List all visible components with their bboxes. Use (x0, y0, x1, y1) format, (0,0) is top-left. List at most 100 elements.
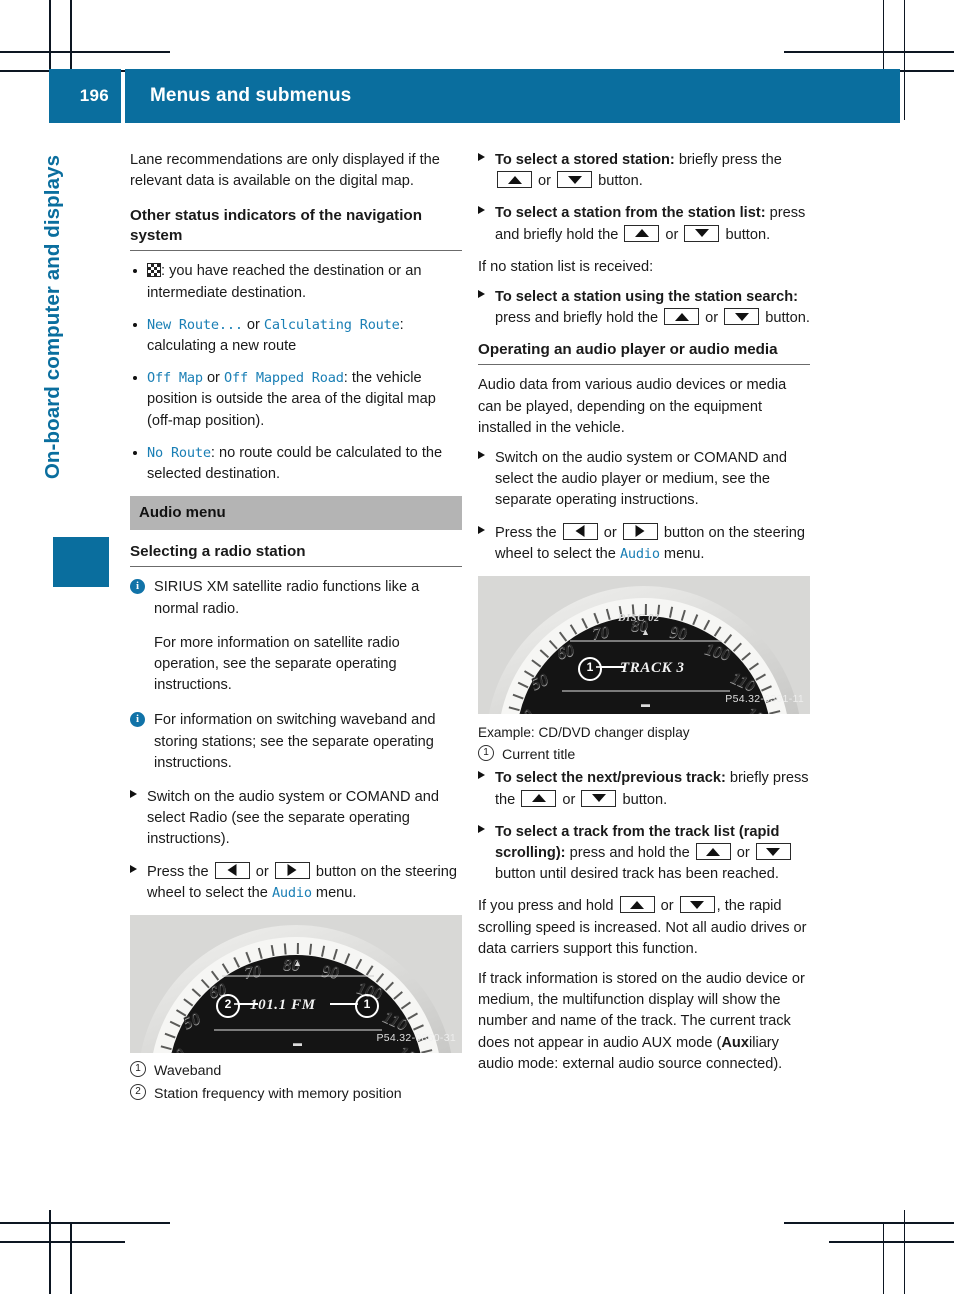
step-text: Switch on the audio system or COMAND and… (147, 789, 439, 848)
step-label: To select a station using the station se… (495, 289, 799, 306)
step-text: press and briefly hold the (495, 310, 663, 327)
down-arrow-button-glyph (724, 308, 760, 326)
body-paragraph: If you press and hold or , the rapid scr… (478, 896, 810, 960)
figure-caption: Example: CD/DVD changer display (478, 725, 690, 741)
instruction-step: Press the or button on the steering whee… (478, 522, 810, 565)
step-text: menu. (659, 545, 705, 562)
step-text: Press the (147, 863, 213, 880)
callout-caption-text: Current title (502, 747, 576, 764)
step-text: or (558, 791, 580, 808)
bullet-dot (133, 450, 137, 455)
dial-tick (233, 957, 240, 968)
paragraph-text: If you press and hold (478, 898, 618, 915)
display-frequency-text: 101.1 FM (250, 997, 316, 1014)
step-text: button. (594, 173, 643, 190)
list-item: No Route: no route could be calculated t… (130, 443, 462, 485)
dial-tick (581, 617, 588, 629)
step-arrow-icon (130, 864, 137, 873)
heading-rule (130, 566, 462, 568)
step-arrow-icon (130, 790, 137, 799)
conditional-text: If no station list is received: (478, 258, 654, 275)
display-down-marker: ▬ (641, 699, 650, 710)
figure-radio-cluster: 2030405060708090100110120130140 ▲ ▬ 101.… (130, 915, 462, 1054)
menu-text-new-route: New Route... (147, 316, 243, 333)
crop-mark (903, 0, 905, 120)
dial-tick (680, 609, 686, 621)
display-track-text: TRACK 3 (620, 660, 685, 677)
right-arrow-button-glyph (274, 861, 310, 879)
instruction-step: To select a track from the track list (r… (478, 822, 810, 886)
step-text: or (599, 524, 621, 541)
step-arrow-icon (478, 771, 485, 780)
crop-mark (903, 1210, 905, 1294)
down-arrow-button-glyph (684, 224, 720, 242)
joiner: or (242, 316, 264, 333)
dial-tick (320, 945, 326, 957)
step-arrow-icon (478, 451, 485, 460)
figure-photo-code: P54.32-9361-11 (725, 692, 804, 705)
dial-tick (164, 1032, 176, 1039)
step-text: briefly press the (674, 152, 782, 168)
heading-rule (130, 250, 462, 252)
document-page: 196 Menus and submenus On-board computer… (0, 0, 954, 1294)
dial-number: 90 (320, 960, 341, 982)
dial-tick (748, 662, 759, 671)
bullet-dot (133, 269, 137, 274)
dial-tick (605, 608, 611, 620)
info-note-text: For information on switching waveband an… (154, 712, 436, 771)
dial-tick (692, 614, 699, 626)
intro-paragraph: Lane recommendations are only displayed … (130, 152, 440, 190)
dial-tick (344, 953, 351, 965)
crop-mark (0, 1222, 170, 1224)
dial-tick (270, 945, 275, 957)
left-arrow-button-glyph (214, 861, 250, 879)
down-arrow-button-glyph (557, 171, 593, 189)
dial-tick (539, 649, 550, 659)
instruction-step: To select a station from the station lis… (478, 203, 810, 245)
up-arrow-button-glyph (521, 789, 557, 807)
dial-tick (531, 659, 542, 668)
dial-tick (400, 1001, 411, 1010)
joiner: or (202, 370, 224, 387)
crop-mark (784, 1222, 954, 1224)
callout-marker-1: 1 (355, 994, 379, 1019)
step-text: or (701, 310, 723, 327)
dial-number: 70 (242, 960, 263, 982)
menu-text-off-map: Off Map (147, 370, 203, 387)
instruction-step: To select a stored station: briefly pres… (478, 150, 810, 192)
crop-mark (0, 51, 170, 53)
menu-text-no-route: No Route (147, 444, 211, 461)
step-text: Switch on the audio system or COMAND and… (495, 450, 787, 509)
callout-marker-1: 1 (578, 657, 602, 682)
callout-number: 2 (130, 1084, 146, 1101)
dial-tick (741, 652, 751, 661)
up-arrow-button-glyph (695, 843, 731, 861)
dial-tick (512, 693, 524, 700)
body-paragraph: Audio data from various audio devices or… (478, 377, 787, 436)
figure-caption-row: 2 Station frequency with memory position (130, 1084, 462, 1105)
right-arrow-button-glyph (622, 522, 658, 540)
step-text: button. (618, 791, 668, 808)
up-arrow-button-glyph (497, 171, 532, 189)
up-arrow-button-glyph (619, 896, 655, 914)
callout-leader-line (330, 1003, 358, 1006)
dial-tick (283, 943, 287, 955)
dial-tick (257, 947, 263, 959)
instruction-step: To select the next/previous track: brief… (478, 768, 810, 810)
info-note: i For information on switching waveband … (130, 710, 462, 774)
crop-mark (49, 1210, 51, 1294)
down-arrow-button-glyph (755, 843, 791, 861)
step-text: or (251, 863, 273, 880)
dial-tick (668, 606, 674, 618)
step-label: To select a stored station: (495, 152, 675, 168)
section-heading-status-indicators: Other status indicators of the navigatio… (130, 207, 422, 245)
menu-text-off-mapped-road: Off Mapped Road (223, 370, 344, 387)
emphasis-aux: Aux (721, 1034, 749, 1051)
dial-tick (713, 626, 722, 637)
instruction-step: Press the or button on the steering whee… (130, 861, 462, 904)
step-arrow-icon (478, 525, 485, 534)
callout-marker-2: 2 (216, 994, 240, 1019)
callout-caption-text: Waveband (154, 1063, 222, 1080)
instruction-step: To select a station using the station se… (478, 287, 810, 329)
section-heading-operating-audio-player: Operating an audio player or audio media (478, 341, 778, 359)
